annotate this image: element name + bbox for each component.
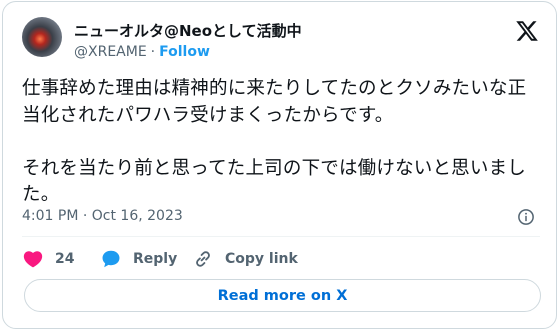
handle-row: @XREAME · Follow — [74, 44, 210, 60]
x-logo-icon[interactable] — [515, 19, 539, 43]
tweet-text: 仕事辞めた理由は精神的に来たりしてたのとクソみたいな正当化されたパワハラ受けまく… — [22, 78, 527, 205]
copy-link-button[interactable]: Copy link — [192, 248, 298, 270]
separator-dot: · — [150, 44, 156, 60]
tweet-timestamp[interactable]: 4:01 PM · Oct 16, 2023 — [22, 208, 183, 224]
reply-label: Reply — [133, 251, 178, 267]
user-handle[interactable]: @XREAME — [74, 44, 147, 60]
like-count: 24 — [55, 251, 75, 267]
info-icon[interactable] — [517, 208, 535, 226]
divider — [22, 236, 540, 237]
embedded-tweet-card: ニューオルタ@Neoとして活動中 @XREAME · Follow 仕事辞めた理由は… — [2, 1, 557, 329]
follow-button[interactable]: Follow — [159, 44, 210, 60]
like-button[interactable]: 24 — [22, 248, 74, 270]
reply-button[interactable]: Reply — [100, 248, 177, 270]
link-icon — [196, 251, 210, 267]
heart-icon — [23, 251, 43, 268]
read-more-button[interactable]: Read more on X — [24, 279, 541, 312]
reply-bubble-icon — [102, 250, 120, 268]
tweet-header: ニューオルタ@Neoとして活動中 @XREAME · Follow — [3, 2, 556, 64]
copy-link-label: Copy link — [225, 251, 298, 267]
tweet-actions: 24 Reply Copy link — [22, 248, 542, 270]
display-name[interactable]: ニューオルタ@Neoとして活動中 — [74, 20, 302, 41]
avatar[interactable] — [22, 17, 62, 57]
